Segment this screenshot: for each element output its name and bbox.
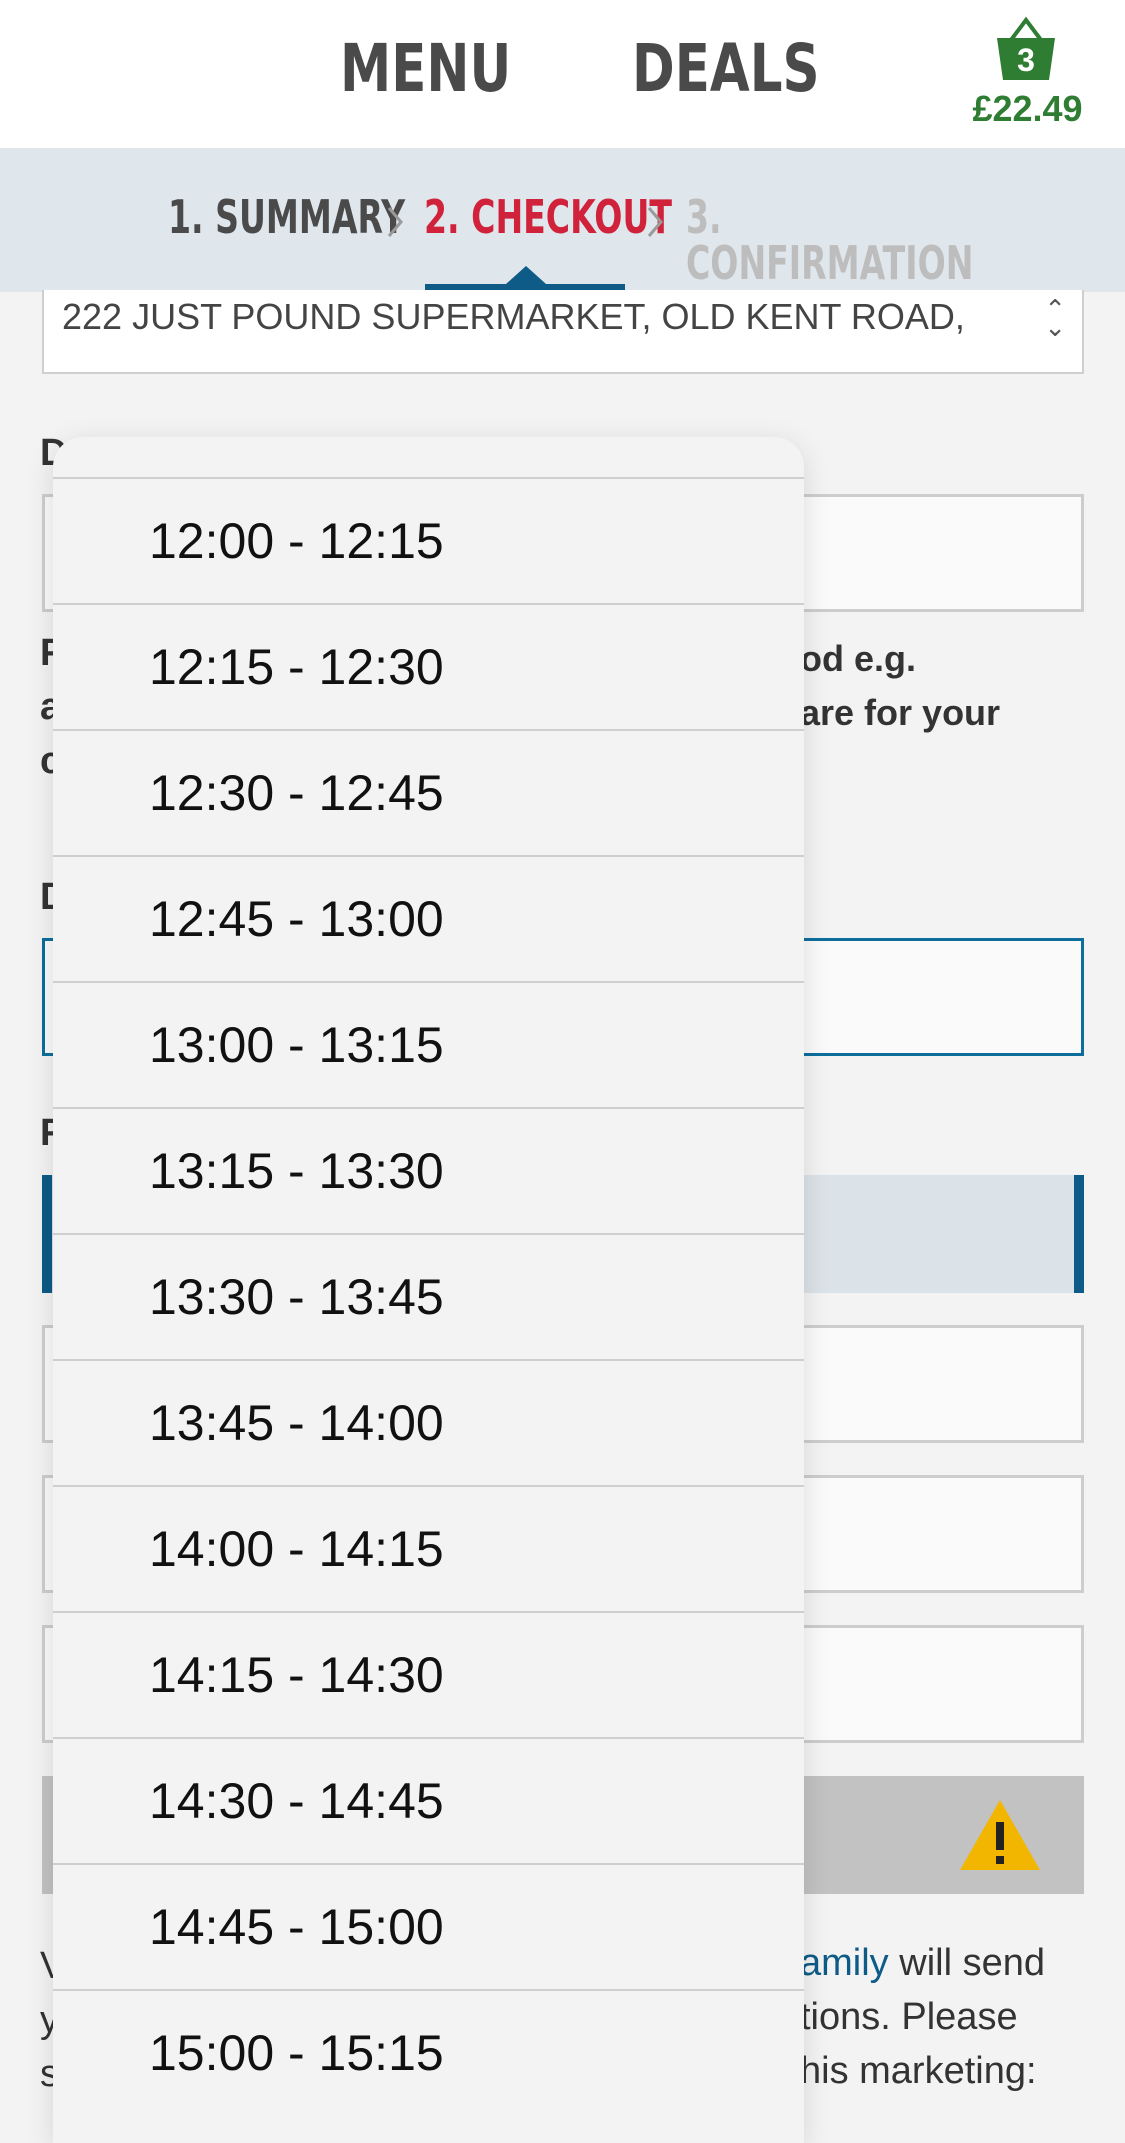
chevron-right-icon [387,207,403,237]
time-option[interactable]: 14:00 - 14:15 [53,1485,804,1611]
step-confirmation: 3. CONFIRMATION [686,190,974,290]
time-picker-list[interactable]: 11:45 - 12:0012:00 - 12:1512:15 - 12:301… [53,437,804,2115]
time-option[interactable]: 14:15 - 14:30 [53,1611,804,1737]
marketing-line: his marketing: [800,2050,1037,2092]
nav-deals-link[interactable]: DEALS [632,36,820,102]
time-option[interactable]: 13:45 - 14:00 [53,1359,804,1485]
time-option[interactable]: 12:00 - 12:15 [53,477,804,603]
basket-count: 3 [1017,42,1035,78]
time-option[interactable]: 13:00 - 13:15 [53,981,804,1107]
privacy-link[interactable]: amily [800,1942,889,1984]
time-picker-dropdown[interactable]: 11:45 - 12:0012:00 - 12:1512:15 - 12:301… [53,437,804,2143]
select-arrows-icon: ⌃ ⌄ [1044,294,1066,342]
basket-button[interactable]: 3 £22.49 [965,16,1090,129]
time-option[interactable]: 12:30 - 12:45 [53,729,804,855]
checkout-steps: 1. SUMMARY 2. CHECKOUT 3. CONFIRMATION [0,148,1125,292]
top-header: MENU DEALS 3 £22.49 [0,0,1125,148]
marketing-line: amily will send [800,1936,1045,1990]
marketing-line: tions. Please [800,1996,1018,2038]
chevron-right-icon [647,207,663,237]
time-option[interactable]: 12:45 - 13:00 [53,855,804,981]
step-summary[interactable]: 1. SUMMARY [168,194,405,240]
store-select-value: 222 JUST POUND SUPERMARKET, OLD KENT ROA… [62,296,965,337]
time-option[interactable]: 14:30 - 14:45 [53,1737,804,1863]
basket-total: £22.49 [972,88,1083,129]
time-option[interactable]: 15:00 - 15:15 [53,1989,804,2115]
note-line: are for your [800,692,1001,733]
active-step-indicator [506,266,546,284]
marketing-text: amily will send tions. Please his market… [800,1936,1045,2098]
note-line: od e.g. [800,638,916,679]
nav-menu-link[interactable]: MENU [340,36,511,102]
time-option[interactable]: 11:45 - 12:00 [53,437,804,477]
step-checkout[interactable]: 2. CHECKOUT [424,194,672,240]
marketing-line-rest: will send [888,1942,1045,1984]
note-text: od e.g. are for your [800,632,1000,740]
time-option[interactable]: 13:15 - 13:30 [53,1107,804,1233]
time-option[interactable]: 12:15 - 12:30 [53,603,804,729]
store-select[interactable]: 222 JUST POUND SUPERMARKET, OLD KENT ROA… [42,290,1084,374]
time-option[interactable]: 14:45 - 15:00 [53,1863,804,1989]
warning-icon [960,1800,1040,1870]
time-option[interactable]: 13:30 - 13:45 [53,1233,804,1359]
